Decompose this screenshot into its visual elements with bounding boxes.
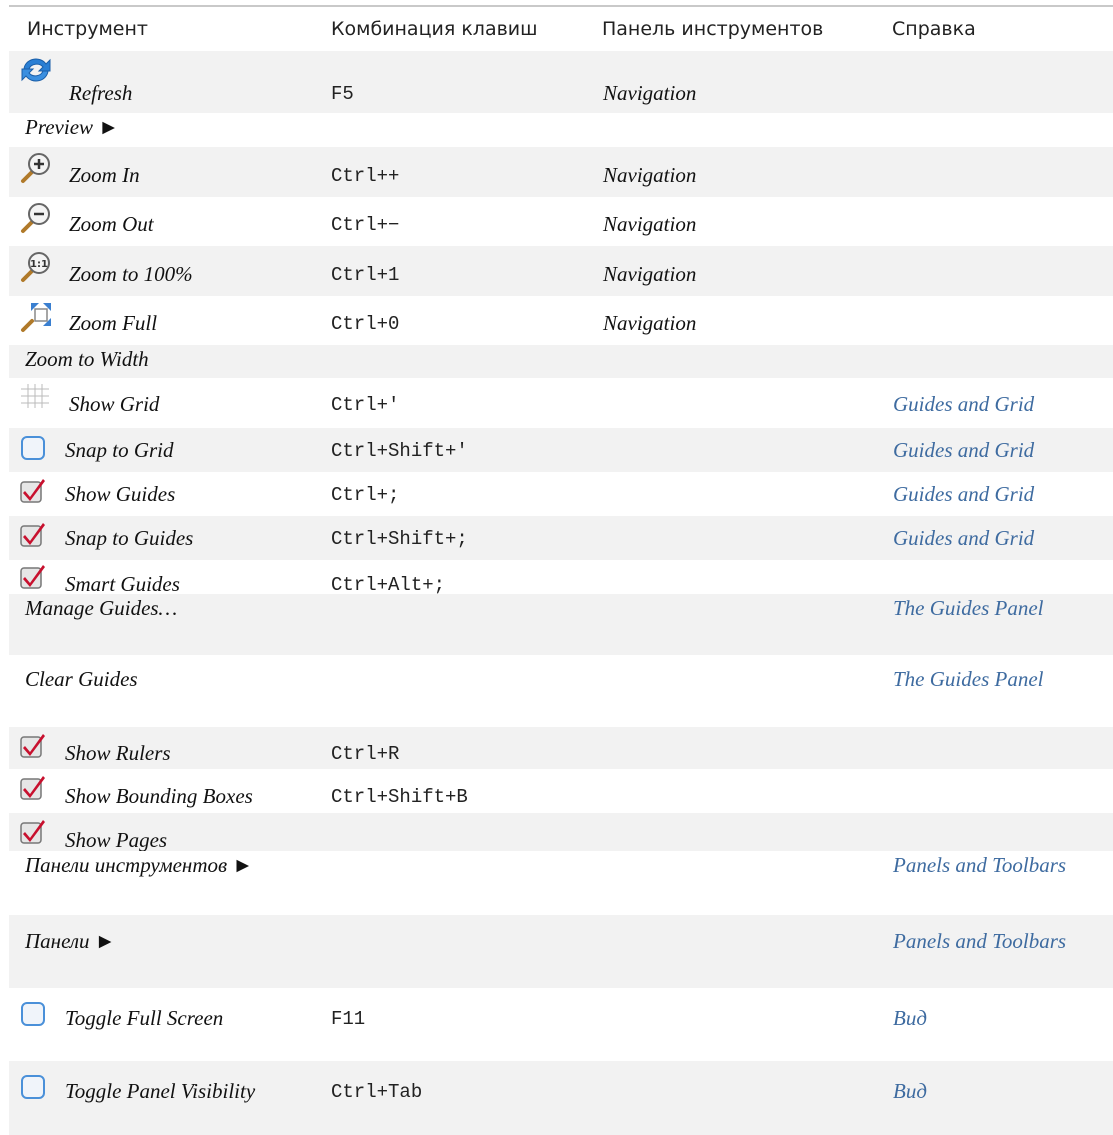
grid-icon <box>19 382 51 415</box>
help-link[interactable]: Вид <box>893 1079 927 1104</box>
table-row: Refresh F5 Navigation <box>9 51 1113 113</box>
tool-name: Toggle Full Screen <box>65 1006 224 1030</box>
table-row: Toggle Full Screen F11 Вид <box>9 988 1113 1061</box>
zoom-out-icon <box>19 201 53 240</box>
toolbar-name: Navigation <box>603 212 697 236</box>
checkbox-checked-icon <box>19 817 47 850</box>
table-row: Clear Guides The Guides Panel <box>9 655 1113 727</box>
header-shortcut: Комбинация клавиш <box>331 18 538 40</box>
tool-name: Snap to Guides <box>65 526 194 550</box>
table-row: Show Bounding Boxes Ctrl+Shift+B <box>9 769 1113 813</box>
table-row: Preview ► <box>9 113 1113 147</box>
checkbox-checked-icon <box>19 773 47 806</box>
table-row: Zoom Out Ctrl+− Navigation <box>9 197 1113 246</box>
shortcut-key: Ctrl+0 <box>331 313 400 335</box>
table-row: 1:1 Zoom to 100% Ctrl+1 Navigation <box>9 246 1113 296</box>
header-toolbar: Панель инструментов <box>602 18 824 40</box>
table-row: Zoom to Width <box>9 345 1113 378</box>
toolbar-name: Navigation <box>603 311 697 335</box>
tool-name: Панели ► <box>25 929 116 953</box>
tool-name: Zoom Full <box>69 311 158 335</box>
table-row: Zoom In Ctrl++ Navigation <box>9 147 1113 197</box>
zoom-100-icon: 1:1 <box>19 250 53 289</box>
table-row: Zoom Full Ctrl+0 Navigation <box>9 296 1113 345</box>
toolbar-name: Navigation <box>603 81 697 105</box>
shortcuts-table: Инструмент Комбинация клавиш Панель инст… <box>9 5 1113 1135</box>
shortcut-key: Ctrl+− <box>331 214 400 236</box>
shortcut-key: Ctrl+Tab <box>331 1081 423 1103</box>
tool-name: Show Bounding Boxes <box>65 784 253 808</box>
tool-name: Панели инструментов ► <box>25 853 254 877</box>
shortcut-key: F5 <box>331 83 354 105</box>
toolbar-name: Navigation <box>603 262 697 286</box>
help-link[interactable]: Panels and Toolbars <box>893 853 1066 878</box>
help-link[interactable]: Panels and Toolbars <box>893 929 1066 954</box>
shortcut-key: F11 <box>331 1008 366 1030</box>
tool-name: Show Pages <box>65 828 168 852</box>
checkbox-unchecked-icon <box>19 434 47 467</box>
checkbox-checked-icon <box>19 520 47 553</box>
help-link[interactable]: Guides and Grid <box>893 526 1034 551</box>
tool-name: Manage Guides… <box>25 596 178 620</box>
shortcut-key: Ctrl+Shift+; <box>331 528 468 550</box>
header-help: Справка <box>892 18 976 40</box>
table-row: Smart Guides Ctrl+Alt+; <box>9 560 1113 596</box>
shortcut-key: Ctrl+Shift+' <box>331 440 468 462</box>
help-link[interactable]: The Guides Panel <box>893 596 1043 621</box>
shortcut-key: Ctrl+R <box>331 743 400 765</box>
shortcut-key: Ctrl+' <box>331 394 400 416</box>
checkbox-unchecked-icon <box>19 1000 47 1033</box>
help-link[interactable]: Guides and Grid <box>893 438 1034 463</box>
shortcut-key: Ctrl+; <box>331 484 400 506</box>
shortcut-key: Ctrl+Shift+B <box>331 786 468 808</box>
zoom-in-icon <box>19 151 53 190</box>
checkbox-checked-icon <box>19 731 47 764</box>
help-link[interactable]: Вид <box>893 1006 927 1031</box>
tool-name: Zoom to 100% <box>69 262 193 286</box>
tool-name: Show Rulers <box>65 741 171 765</box>
tool-name: Show Grid <box>69 392 160 416</box>
table-row: Snap to Guides Ctrl+Shift+; Guides and Gri… <box>9 516 1113 560</box>
toolbar-name: Navigation <box>603 163 697 187</box>
table-header: Инструмент Комбинация клавиш Панель инст… <box>9 5 1113 52</box>
tool-name: Zoom Out <box>69 212 154 236</box>
table-row: Snap to Grid Ctrl+Shift+' Guides and Grid <box>9 428 1113 472</box>
svg-text:1:1: 1:1 <box>30 259 48 270</box>
table-row: Show Guides Ctrl+; Guides and Grid <box>9 472 1113 516</box>
tool-name: Zoom In <box>69 163 140 187</box>
table-row: Show Rulers Ctrl+R <box>9 727 1113 769</box>
table-row: Панели инструментов ► Panels and Toolbars <box>9 851 1113 915</box>
table-row: Show Pages <box>9 813 1113 852</box>
checkbox-checked-icon <box>19 562 47 595</box>
table-row: Manage Guides… The Guides Panel <box>9 594 1113 655</box>
tool-name: Toggle Panel Visibility <box>65 1079 256 1103</box>
tool-name: Show Guides <box>65 482 176 506</box>
tool-name: Clear Guides <box>25 667 138 691</box>
table-row: Toggle Panel Visibility Ctrl+Tab Вид <box>9 1061 1113 1135</box>
table-row: Show Grid Ctrl+' Guides and Grid <box>9 378 1113 428</box>
help-link[interactable]: The Guides Panel <box>893 667 1043 692</box>
tool-name: Snap to Grid <box>65 438 174 462</box>
refresh-icon <box>19 55 53 90</box>
shortcut-key: Ctrl++ <box>331 165 400 187</box>
header-tool: Инструмент <box>27 18 148 40</box>
table-row: Панели ► Panels and Toolbars <box>9 915 1113 988</box>
zoom-full-icon <box>19 300 53 339</box>
checkbox-checked-icon <box>19 476 47 509</box>
tool-name: Preview ► <box>25 115 120 139</box>
help-link[interactable]: Guides and Grid <box>893 482 1034 507</box>
checkbox-unchecked-icon <box>19 1073 47 1106</box>
tool-name: Refresh <box>69 81 133 105</box>
shortcut-key: Ctrl+1 <box>331 264 400 286</box>
tool-name: Zoom to Width <box>25 347 149 371</box>
shortcut-key: Ctrl+Alt+; <box>331 574 446 596</box>
help-link[interactable]: Guides and Grid <box>893 392 1034 417</box>
